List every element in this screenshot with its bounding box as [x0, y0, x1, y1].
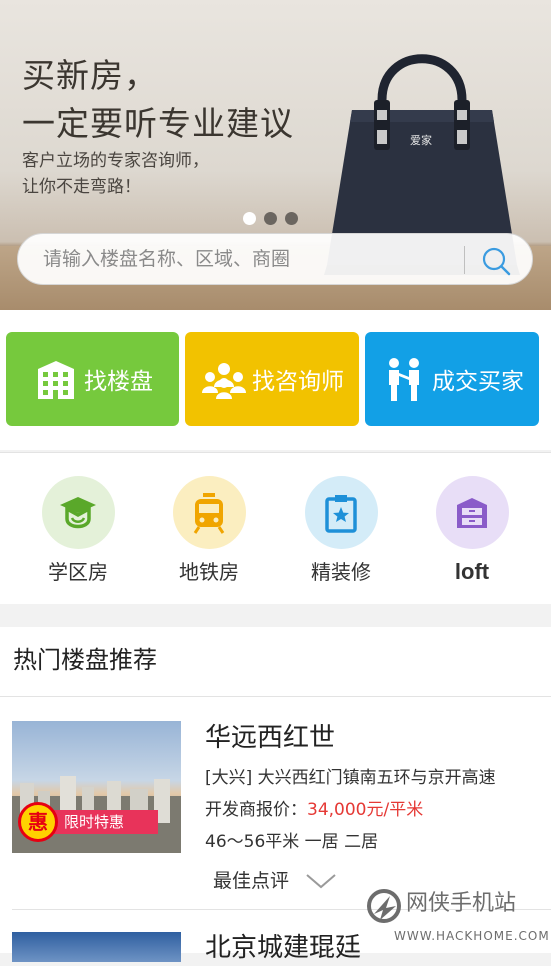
search-icon[interactable] — [480, 245, 512, 277]
search-bar[interactable]: 请输入楼盘名称、区域、商圈 — [17, 233, 533, 285]
handshake-icon — [389, 358, 419, 401]
people-group-icon — [202, 363, 246, 399]
section-divider — [0, 696, 551, 697]
listing-size: 46～56平米 一居 二居 — [205, 832, 379, 852]
banner-subtitle-line1: 客户立场的专家咨询师， — [22, 151, 209, 171]
listing-name-2[interactable]: 北京城建琨廷 — [205, 930, 361, 966]
school-district-circle — [41, 476, 115, 549]
loft-label: loft — [454, 559, 490, 584]
school-district-label: 学区房 — [48, 560, 108, 584]
subway-icon — [193, 492, 225, 534]
renovated-button[interactable]: 精装修 — [301, 476, 381, 585]
watermark-url: WWW.HACKHOME.COM — [394, 929, 550, 943]
find-advisor-label: 找咨询师 — [252, 369, 344, 395]
renovated-label: 精装修 — [311, 560, 371, 584]
find-property-label: 找楼盘 — [84, 369, 153, 395]
metro-housing-button[interactable]: 地铁房 — [169, 476, 249, 585]
clipboard-star-icon — [325, 494, 357, 533]
carousel-dot-2[interactable] — [264, 212, 277, 225]
discount-icon: 惠 — [18, 802, 58, 842]
graduation-cap-icon — [60, 496, 96, 528]
metro-housing-label: 地铁房 — [179, 560, 239, 584]
listing-thumbnail-2[interactable] — [12, 932, 181, 962]
feature-shortcuts: 学区房 地铁房 精装修 loft — [0, 452, 551, 604]
cabinet-icon — [457, 497, 487, 528]
banner-subtitle-line2: 让你不走弯路！ — [22, 177, 141, 197]
watermark-logo-icon — [367, 889, 401, 923]
search-input[interactable]: 请输入楼盘名称、区域、商圈 — [43, 242, 290, 276]
find-property-button[interactable]: 找楼盘 — [6, 332, 179, 426]
loft-button[interactable]: loft — [432, 476, 512, 585]
loft-circle — [435, 476, 509, 549]
find-advisor-button[interactable]: 找咨询师 — [185, 332, 359, 426]
carousel-dot-1[interactable] — [243, 212, 256, 225]
banner-headline-line2: 一定要听专业建议 — [22, 104, 294, 143]
carousel-indicator[interactable] — [243, 212, 298, 225]
category-tiles: 找楼盘 找咨询师 成交买家 — [0, 310, 551, 450]
bag-logo: 爱家 — [410, 134, 432, 147]
promo-tag: 限时特惠 — [48, 810, 158, 834]
search-divider — [464, 246, 465, 274]
watermark-name: 网侠手机站 — [406, 891, 517, 916]
price-value: 34,000元/平米 — [307, 800, 424, 820]
closed-buyers-button[interactable]: 成交买家 — [365, 332, 539, 426]
banner-headline-line1: 买新房， — [22, 56, 158, 95]
listing-location: [大兴] 大兴西红门镇南五环与京开高速 — [205, 768, 496, 788]
site-watermark: 网侠手机站 WWW.HACKHOME.COM — [366, 884, 551, 944]
school-district-button[interactable]: 学区房 — [38, 476, 118, 585]
building-icon — [38, 361, 74, 399]
carousel-dot-3[interactable] — [285, 212, 298, 225]
metro-housing-circle — [172, 476, 246, 549]
hero-banner[interactable]: 买新房， 一定要听专业建议 客户立场的专家咨询师， 让你不走弯路！ 爱家 请输入… — [0, 0, 551, 310]
best-review-toggle[interactable]: 最佳点评 — [213, 867, 289, 895]
price-label: 开发商报价： — [205, 800, 307, 820]
renovated-circle — [304, 476, 378, 549]
closed-buyers-label: 成交买家 — [432, 369, 524, 395]
promo-badge: 限时特惠 惠 — [18, 802, 158, 842]
section-title: 热门楼盘推荐 — [13, 646, 157, 674]
chevron-down-icon[interactable] — [305, 871, 337, 891]
listing-name[interactable]: 华远西红世 — [205, 720, 335, 756]
listing-price: 开发商报价：34,000元/平米 — [205, 797, 423, 823]
